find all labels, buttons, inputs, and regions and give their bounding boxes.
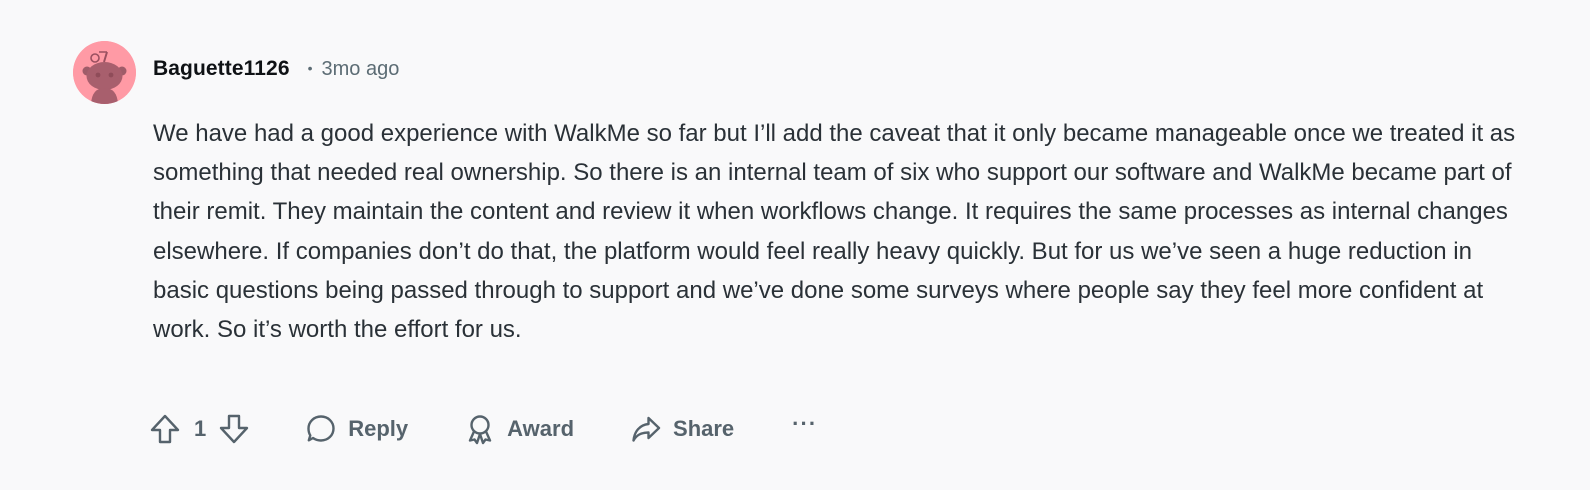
share-button[interactable]: Share xyxy=(630,413,734,445)
author-username[interactable]: Baguette1126 xyxy=(153,57,290,81)
share-label: Share xyxy=(673,416,735,441)
award-button[interactable]: Award xyxy=(464,413,574,445)
share-arrow-icon xyxy=(630,413,662,445)
award-ribbon-icon xyxy=(464,413,496,445)
more-options-button[interactable]: ··· xyxy=(792,411,817,442)
snoo-avatar-icon xyxy=(73,41,136,104)
comment: Baguette1126 • 3mo ago We have had a goo… xyxy=(0,0,1590,490)
reply-button[interactable]: Reply xyxy=(305,413,408,445)
more-options-icon: ··· xyxy=(792,411,818,436)
arrow-down-icon[interactable] xyxy=(217,412,251,446)
reply-label: Reply xyxy=(348,416,409,441)
vote-score: 1 xyxy=(194,416,207,441)
comment-body: We have had a good experience with WalkM… xyxy=(153,120,1516,344)
separator-dot: • xyxy=(307,60,313,76)
award-label: Award xyxy=(507,416,575,441)
arrow-up-icon[interactable] xyxy=(148,412,182,446)
vote-group: 1 xyxy=(148,412,251,446)
comment-actions: 1 Reply Award Share ··· xyxy=(148,406,817,452)
timestamp[interactable]: 3mo ago xyxy=(322,58,400,81)
speech-bubble-icon xyxy=(305,413,337,445)
avatar[interactable] xyxy=(73,41,136,104)
comment-header: Baguette1126 • 3mo ago xyxy=(153,52,399,86)
